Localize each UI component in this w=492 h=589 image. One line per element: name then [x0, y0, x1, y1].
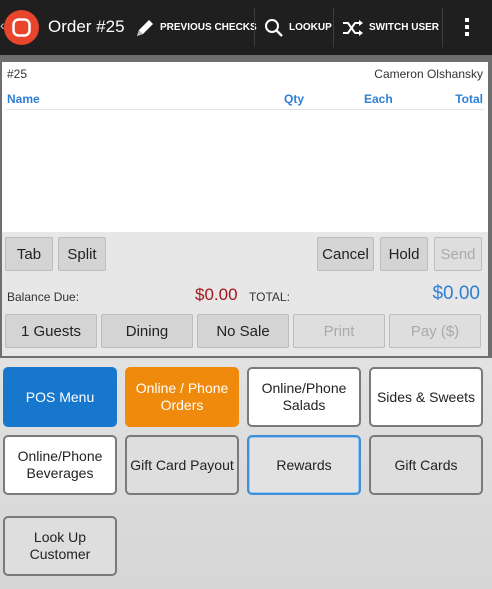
balance-due-label: Balance Due: [7, 290, 80, 304]
lookup-button[interactable]: LOOKUP [263, 0, 332, 55]
check-panel: #25 Cameron Olshansky Name Qty Each Tota… [0, 55, 492, 358]
check-actions: Tab Split Cancel Hold Send Balance Due: … [2, 232, 488, 356]
lookup-label: LOOKUP [289, 22, 332, 33]
top-bar: ‹ Order #25 PREVIOUS CHECKS LOOKUP SWITC… [0, 0, 492, 55]
hold-button[interactable]: Hold [380, 237, 428, 271]
check-items-list[interactable]: #25 Cameron Olshansky Name Qty Each Tota… [2, 62, 488, 232]
gift-card-payout-button[interactable]: Gift Card Payout [125, 435, 239, 495]
column-header-total: Total [455, 92, 483, 106]
search-icon [265, 18, 283, 37]
toolbar-divider [333, 8, 334, 47]
split-button[interactable]: Split [58, 237, 106, 271]
print-button[interactable]: Print [293, 314, 385, 348]
order-title: Order #25 [48, 17, 125, 36]
overflow-menu-icon[interactable] [458, 14, 476, 40]
no-sale-button[interactable]: No Sale [197, 314, 289, 348]
balance-due-value: $0.00 [195, 285, 238, 304]
switch-user-label: SWITCH USER [369, 22, 439, 33]
gift-cards-button[interactable]: Gift Cards [369, 435, 483, 495]
online-phone-orders-button[interactable]: Online / Phone Orders [125, 367, 239, 427]
online-phone-salads-button[interactable]: Online/Phone Salads [247, 367, 361, 427]
switch-user-button[interactable]: SWITCH USER [341, 0, 439, 55]
pay-button[interactable]: Pay ($) [389, 314, 481, 348]
app-logo-icon[interactable] [4, 10, 39, 45]
customer-name: Cameron Olshansky [374, 67, 483, 81]
column-header-each: Each [364, 92, 393, 106]
header-divider [6, 109, 484, 110]
check-number: #25 [7, 67, 28, 81]
menu-grid: POS Menu Online / Phone Orders Online/Ph… [0, 358, 492, 589]
total-value: $0.00 [432, 283, 480, 304]
total-label: TOTAL: [249, 290, 290, 304]
guests-button[interactable]: 1 Guests [5, 314, 97, 348]
column-header-qty: Qty [284, 92, 305, 106]
look-up-customer-button[interactable]: Look Up Customer [3, 516, 117, 576]
toolbar-divider [254, 8, 255, 47]
shuffle-icon [343, 19, 363, 36]
pos-menu-button[interactable]: POS Menu [3, 367, 117, 427]
rewards-button[interactable]: Rewards [247, 435, 361, 495]
dining-button[interactable]: Dining [101, 314, 193, 348]
column-header-name: Name [7, 92, 40, 106]
online-phone-beverages-button[interactable]: Online/Phone Beverages [3, 435, 117, 495]
send-button[interactable]: Send [434, 237, 482, 271]
pencil-icon [137, 19, 153, 36]
cancel-button[interactable]: Cancel [317, 237, 374, 271]
previous-checks-button[interactable]: PREVIOUS CHECKS [134, 0, 257, 55]
toolbar-divider [442, 8, 443, 47]
previous-checks-label: PREVIOUS CHECKS [160, 22, 257, 33]
tab-button[interactable]: Tab [5, 237, 53, 271]
sides-sweets-button[interactable]: Sides & Sweets [369, 367, 483, 427]
